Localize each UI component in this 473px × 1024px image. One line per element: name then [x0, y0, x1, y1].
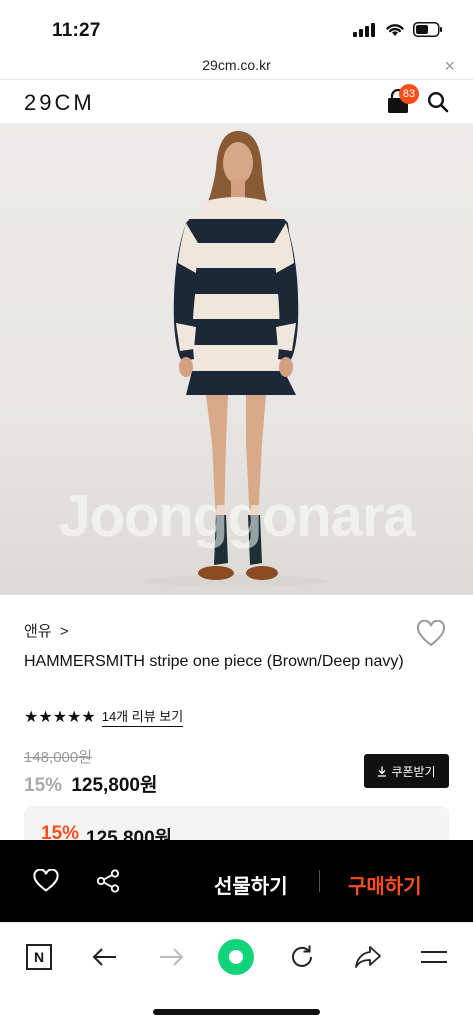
refresh-icon — [292, 945, 312, 967]
status-bar: 11:27 — [0, 0, 473, 56]
status-time: 11:27 — [52, 20, 101, 41]
menu-button[interactable] — [418, 941, 450, 973]
share-page-button[interactable] — [352, 941, 384, 973]
green-dot-icon — [218, 939, 254, 975]
heart-icon[interactable] — [33, 869, 59, 893]
close-icon[interactable]: × — [444, 56, 455, 76]
naver-icon: N — [26, 944, 52, 970]
product-image[interactable]: Joonggonara — [0, 123, 473, 595]
site-logo[interactable]: 29CM — [24, 90, 95, 116]
brand-link[interactable]: 앤유 > — [24, 620, 69, 641]
battery-icon — [413, 22, 442, 37]
download-icon — [378, 766, 387, 777]
original-price: 148,000원 — [24, 749, 93, 766]
rating-row: ★★★★★ 14개 리뷰 보기 — [24, 706, 184, 727]
green-dot-button[interactable] — [217, 938, 255, 976]
signal-icon — [353, 22, 375, 37]
refresh-button[interactable] — [286, 941, 318, 973]
action-bar: 선물하기 구매하기 — [0, 840, 473, 922]
naver-home-button[interactable]: N — [23, 941, 55, 973]
divider — [319, 870, 320, 892]
forward-icon — [160, 948, 184, 966]
share-icon[interactable] — [96, 869, 120, 893]
search-icon[interactable] — [427, 91, 449, 113]
back-button[interactable] — [89, 941, 121, 973]
coupon-button[interactable]: 쿠폰받기 — [364, 754, 449, 788]
star-rating: ★★★★★ — [24, 708, 96, 726]
gift-button[interactable]: 선물하기 — [214, 870, 288, 899]
heart-icon[interactable] — [416, 620, 446, 648]
menu-icon — [421, 951, 447, 963]
url-text[interactable]: 29cm.co.kr — [0, 57, 473, 73]
review-link[interactable]: 14개 리뷰 보기 — [101, 706, 184, 727]
back-icon — [92, 948, 116, 966]
chevron-right-icon: > — [59, 623, 69, 640]
wifi-icon — [386, 24, 404, 36]
cart-count-badge: 83 — [399, 84, 419, 104]
home-indicator — [153, 1009, 320, 1015]
brand-name: 앤유 — [24, 623, 52, 640]
forward-button[interactable] — [155, 941, 187, 973]
price-row: 15% 125,800원 — [24, 770, 157, 797]
buy-button[interactable]: 구매하기 — [348, 870, 422, 899]
url-bar[interactable]: 29cm.co.kr × — [0, 56, 473, 80]
status-icons — [353, 22, 443, 37]
watermark: Joonggonara — [58, 484, 415, 549]
discount-rate: 15% — [24, 775, 63, 796]
share-arrow-icon — [355, 946, 381, 968]
coupon-label: 쿠폰받기 — [391, 764, 436, 779]
product-name: HAMMERSMITH stripe one piece (Brown/Deep… — [24, 653, 404, 670]
sale-price: 125,800원 — [71, 775, 158, 796]
